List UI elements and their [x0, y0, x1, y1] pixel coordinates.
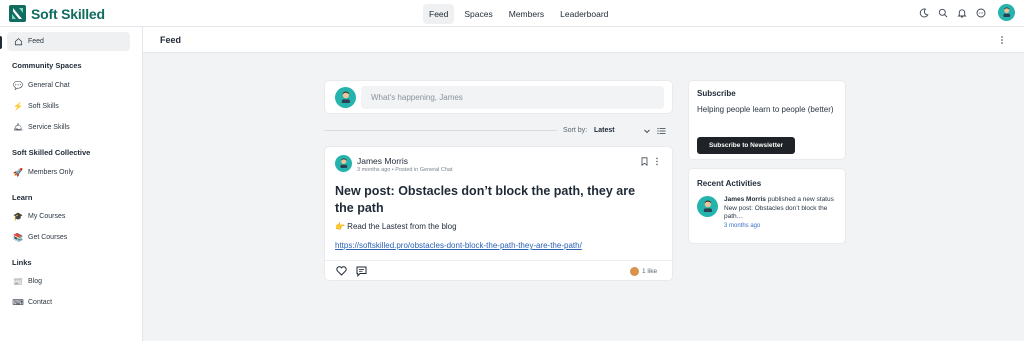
- sidebar-item-label: Blog: [28, 278, 43, 285]
- liker-avatar: [630, 267, 639, 276]
- sidebar-item-service-skills[interactable]: 🛎 Service Skills: [7, 118, 130, 137]
- app-name: Soft Skilled: [31, 5, 105, 22]
- user-avatar[interactable]: [998, 4, 1015, 21]
- sidebar-item-label: General Chat: [28, 82, 70, 89]
- speech-bubble-icon: 💬: [13, 81, 23, 90]
- avatar-face-icon: [340, 158, 347, 169]
- subscribe-widget: Subscribe Helping people learn to people…: [688, 80, 846, 160]
- sort-label: Sort by:: [563, 127, 588, 134]
- feed-post: James Morris 3 months ago • Posted in Ge…: [324, 146, 674, 281]
- nav-feed[interactable]: Feed: [423, 4, 455, 24]
- avatar-face-icon: [703, 200, 712, 213]
- section-title-learn: Learn: [12, 193, 33, 202]
- sort-select[interactable]: Latest: [594, 127, 615, 134]
- main-content: Sort by: Latest James Morris 3 months ag…: [143, 53, 1024, 341]
- rocket-icon: 🚀: [13, 168, 23, 177]
- section-title-community-spaces: Community Spaces: [12, 61, 82, 70]
- sidebar-item-members-only[interactable]: 🚀 Members Only: [7, 163, 130, 182]
- activity-author[interactable]: James Morris: [724, 196, 766, 203]
- nav-leaderboard[interactable]: Leaderboard: [554, 4, 614, 24]
- heart-icon[interactable]: [336, 266, 347, 276]
- newspaper-icon: 📰: [13, 277, 23, 286]
- bell-icon[interactable]: [956, 7, 967, 18]
- subscribe-description: Helping people learn to people (better): [697, 105, 834, 114]
- bell-service-icon: 🛎: [12, 123, 24, 132]
- section-title-links: Links: [12, 258, 32, 267]
- comment-icon[interactable]: [356, 266, 367, 277]
- list-view-icon[interactable]: [657, 127, 666, 135]
- recent-activities-title: Recent Activities: [697, 179, 762, 188]
- page-title: Feed: [160, 35, 182, 45]
- top-icons: [918, 4, 1015, 21]
- subscribe-button[interactable]: Subscribe to Newsletter: [697, 137, 795, 154]
- logo[interactable]: Soft Skilled: [9, 5, 105, 22]
- main-header: Feed: [143, 27, 1024, 53]
- more-options-icon[interactable]: [1000, 35, 1004, 45]
- chat-icon[interactable]: [975, 7, 986, 18]
- graduation-cap-icon: 🎓: [13, 212, 23, 221]
- composer-avatar: [335, 87, 356, 108]
- sidebar-item-contact[interactable]: ⌨ Contact: [7, 293, 130, 312]
- chevron-down-icon[interactable]: [643, 127, 651, 135]
- books-icon: 📚: [13, 233, 23, 242]
- post-composer: [324, 80, 673, 114]
- like-count[interactable]: 1 like: [642, 268, 657, 275]
- sidebar-item-label: Members Only: [28, 169, 74, 176]
- sidebar-item-label: My Courses: [28, 213, 66, 220]
- nav-spaces[interactable]: Spaces: [458, 4, 498, 24]
- logo-mark-icon: [9, 5, 26, 22]
- sidebar-item-label: Contact: [28, 299, 53, 306]
- post-title: New post: Obstacles don’t block the path…: [335, 184, 636, 215]
- sidebar-item-soft-skills[interactable]: ⚡ Soft Skills: [7, 97, 130, 116]
- keyboard-icon: ⌨: [12, 298, 24, 307]
- post-author-name[interactable]: James Morris: [357, 156, 408, 166]
- post-meta: 3 months ago • Posted in General Chat: [357, 167, 453, 173]
- sidebar-item-label: Service Skills: [28, 124, 70, 131]
- avatar-face-icon: [341, 91, 350, 104]
- post-footer-divider: [325, 260, 674, 261]
- post-body: 👉 Read the Lastest from the blog: [335, 222, 457, 231]
- composer-input[interactable]: [361, 86, 664, 109]
- top-bar: Soft Skilled Feed Spaces Members Leaderb…: [0, 0, 1024, 27]
- section-title-collective: Soft Skilled Collective: [12, 148, 91, 157]
- bookmark-icon[interactable]: [641, 157, 648, 166]
- sidebar-item-label: Get Courses: [28, 234, 68, 241]
- lightning-icon: ⚡: [13, 102, 23, 111]
- recent-activities-widget: Recent Activities James Morris published…: [688, 168, 846, 244]
- top-nav: Feed Spaces Members Leaderboard: [423, 4, 614, 24]
- active-indicator: [0, 36, 2, 49]
- moon-icon[interactable]: [918, 7, 929, 18]
- sidebar-item-label: Soft Skills: [28, 103, 59, 110]
- sidebar-item-blog[interactable]: 📰 Blog: [7, 272, 130, 291]
- activity-time[interactable]: 3 months ago: [724, 223, 760, 229]
- avatar-face-icon: [1003, 7, 1010, 18]
- sidebar-item-my-courses[interactable]: 🎓 My Courses: [7, 207, 130, 226]
- sidebar-item-general-chat[interactable]: 💬 General Chat: [7, 76, 130, 95]
- post-author-avatar[interactable]: [335, 155, 352, 172]
- post-more-icon[interactable]: [655, 157, 659, 166]
- home-icon: [13, 37, 23, 47]
- post-link[interactable]: https://softskilled.pro/obstacles-dont-b…: [335, 241, 582, 250]
- nav-members[interactable]: Members: [503, 4, 550, 24]
- activity-avatar[interactable]: [697, 196, 718, 217]
- search-icon[interactable]: [937, 7, 948, 18]
- sort-divider: [324, 130, 557, 131]
- activity-text[interactable]: James Morris published a new status New …: [724, 196, 842, 222]
- sidebar-item-get-courses[interactable]: 📚 Get Courses: [7, 228, 130, 247]
- sidebar-item-label: Feed: [28, 38, 44, 45]
- sidebar: Feed Community Spaces 💬 General Chat ⚡ S…: [0, 27, 143, 341]
- sidebar-item-feed[interactable]: Feed: [7, 32, 130, 51]
- subscribe-title: Subscribe: [697, 89, 736, 98]
